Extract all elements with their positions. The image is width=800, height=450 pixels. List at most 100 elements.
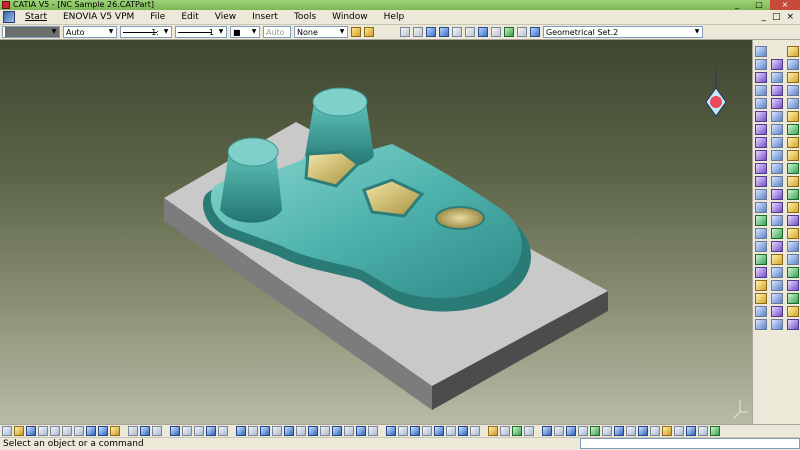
menu-start[interactable]: Start (17, 10, 55, 25)
parameter-icon[interactable] (787, 319, 799, 330)
light-icon[interactable] (787, 254, 799, 265)
line-type-combo[interactable]: 1 ▼ (175, 26, 227, 38)
menu-insert[interactable]: Insert (244, 10, 286, 25)
fillet-icon[interactable] (787, 98, 799, 109)
analysis-icon[interactable] (465, 27, 475, 37)
pocket-icon[interactable] (674, 426, 684, 436)
surface-icon[interactable] (755, 202, 767, 213)
circle-icon[interactable] (771, 189, 783, 200)
shading-icon[interactable] (771, 241, 783, 252)
swap-space-icon[interactable] (368, 426, 378, 436)
bottom-view-icon[interactable] (446, 426, 456, 436)
zoom-out-icon[interactable] (296, 426, 306, 436)
sweep-op-icon[interactable] (698, 426, 708, 436)
menu-window[interactable]: Window (324, 10, 376, 25)
paste-icon[interactable] (74, 426, 84, 436)
contour-icon[interactable] (710, 426, 720, 436)
minimize-button[interactable]: _ (726, 0, 748, 10)
law-icon[interactable] (771, 150, 783, 161)
table-icon[interactable] (755, 319, 767, 330)
sweep-icon[interactable] (771, 59, 783, 70)
boundary-icon[interactable] (755, 98, 767, 109)
law-icon[interactable] (152, 426, 162, 436)
distance-icon[interactable] (755, 241, 767, 252)
cut-icon[interactable] (50, 426, 60, 436)
back-view-icon[interactable] (398, 426, 408, 436)
sketch-icon[interactable] (787, 46, 799, 57)
undo-icon[interactable] (86, 426, 96, 436)
formula-icon[interactable] (787, 293, 799, 304)
translate-icon[interactable] (755, 111, 767, 122)
spline-icon[interactable] (787, 163, 799, 174)
parameter-icon[interactable] (206, 426, 216, 436)
comment-icon[interactable] (140, 426, 150, 436)
zoom-in-icon[interactable] (284, 426, 294, 436)
doc-close-button[interactable]: × (786, 12, 794, 22)
menu-view[interactable]: View (207, 10, 244, 25)
3d-viewport[interactable] (0, 40, 752, 424)
extrude-icon[interactable] (755, 46, 767, 57)
point-tool-icon[interactable] (787, 59, 799, 70)
brush-icon[interactable] (364, 27, 374, 37)
open-icon[interactable] (14, 426, 24, 436)
highlight-icon[interactable] (755, 254, 767, 265)
spine-icon[interactable] (787, 150, 799, 161)
pan-icon[interactable] (260, 426, 270, 436)
save-icon[interactable] (26, 426, 36, 436)
close-button[interactable]: × (770, 0, 800, 10)
rendering-style-combo[interactable]: Auto (263, 26, 291, 38)
new-icon[interactable] (2, 426, 12, 436)
stock-icon[interactable] (626, 426, 636, 436)
left-view-icon[interactable] (410, 426, 420, 436)
fill-icon[interactable] (755, 72, 767, 83)
symmetry-icon[interactable] (787, 111, 799, 122)
iso-view-icon[interactable] (332, 426, 342, 436)
trim-icon[interactable] (787, 85, 799, 96)
offset-icon[interactable] (755, 85, 767, 96)
restore-button[interactable]: □ (748, 0, 770, 10)
snap-icon[interactable] (504, 27, 514, 37)
menu-help[interactable]: Help (376, 10, 413, 25)
scaling-icon[interactable] (755, 124, 767, 135)
reflect-icon[interactable] (787, 241, 799, 252)
top-view-icon[interactable] (434, 426, 444, 436)
curvature-icon[interactable] (787, 215, 799, 226)
finish-icon[interactable] (650, 426, 660, 436)
program-icon[interactable] (554, 426, 564, 436)
lock-icon[interactable] (524, 426, 534, 436)
measure-icon[interactable] (218, 426, 228, 436)
formula-icon[interactable] (128, 426, 138, 436)
color-combo[interactable]: ▼ (2, 26, 60, 38)
revolve-icon[interactable] (755, 59, 767, 70)
rough-icon[interactable] (638, 426, 648, 436)
grid-icon[interactable] (439, 27, 449, 37)
plane-icon[interactable] (755, 189, 767, 200)
shading-edges-icon[interactable] (344, 426, 354, 436)
whats-this-icon[interactable] (110, 426, 120, 436)
near-icon[interactable] (755, 137, 767, 148)
layer-combo[interactable]: None ▼ (294, 26, 348, 38)
multi-section-icon[interactable] (771, 202, 783, 213)
options-icon[interactable] (500, 426, 510, 436)
affinity-icon[interactable] (771, 124, 783, 135)
porcupine-icon[interactable] (787, 228, 799, 239)
toolpath-icon[interactable] (566, 426, 576, 436)
replay-icon[interactable] (578, 426, 588, 436)
multi-view-icon[interactable] (320, 426, 330, 436)
menu-file[interactable]: File (142, 10, 173, 25)
mapping-icon[interactable] (771, 228, 783, 239)
command-input[interactable] (580, 438, 800, 449)
menu-tools[interactable]: Tools (286, 10, 324, 25)
update-icon[interactable] (512, 426, 522, 436)
profile-icon[interactable] (686, 426, 696, 436)
reaction-icon[interactable] (787, 306, 799, 317)
material-icon[interactable] (755, 267, 767, 278)
menu-edit[interactable]: Edit (173, 10, 206, 25)
check-icon[interactable] (491, 27, 501, 37)
list-icon[interactable] (194, 426, 204, 436)
print-icon[interactable] (38, 426, 48, 436)
geometrical-set-icon[interactable] (530, 27, 540, 37)
point-symbol-combo[interactable]: ■ ▼ (230, 26, 260, 38)
table-icon[interactable] (182, 426, 192, 436)
hide-show-icon[interactable] (356, 426, 366, 436)
